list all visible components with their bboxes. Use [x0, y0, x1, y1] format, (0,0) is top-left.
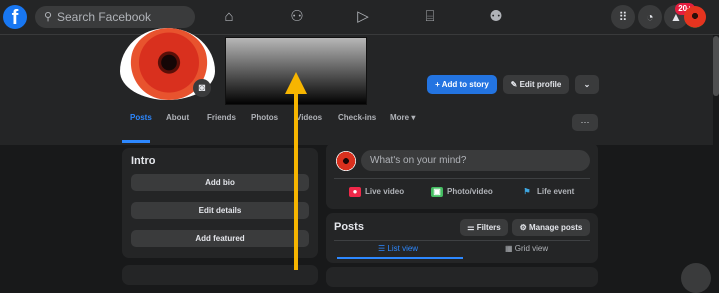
- arrow-head: [285, 72, 307, 94]
- annotation-arrow: [285, 72, 307, 270]
